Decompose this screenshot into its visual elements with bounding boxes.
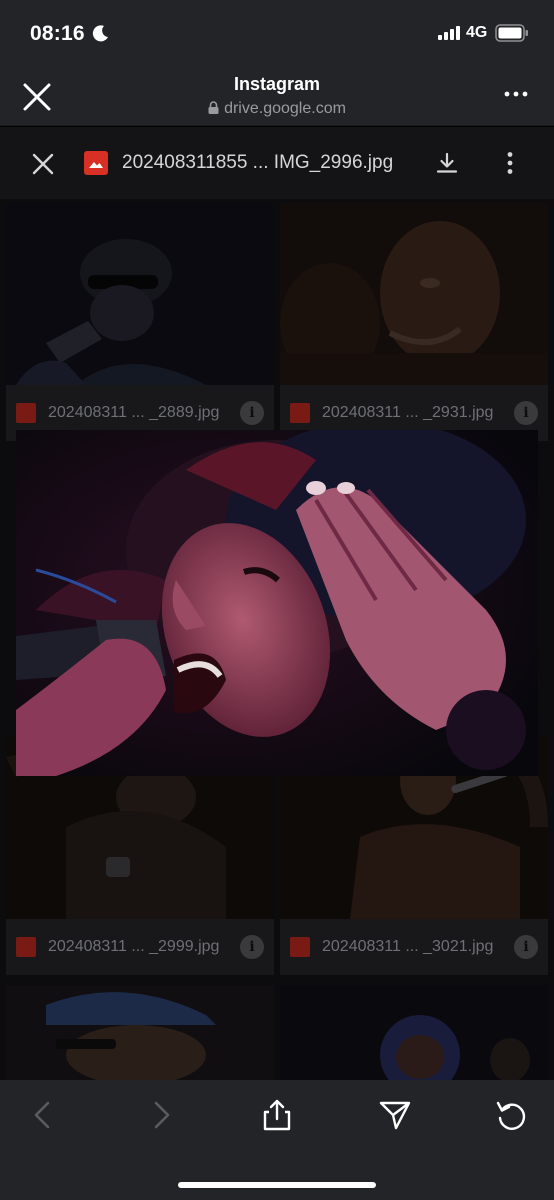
image-file-icon	[290, 937, 310, 957]
reload-icon[interactable]	[494, 1098, 528, 1132]
grid-tile[interactable]	[6, 985, 274, 1080]
forward-icon[interactable]	[144, 1098, 178, 1132]
lock-icon	[208, 101, 219, 114]
tile-photo	[280, 985, 548, 1080]
image-file-icon	[84, 151, 108, 175]
home-indicator	[178, 1182, 376, 1188]
browser-header: Instagram drive.google.com	[0, 62, 554, 126]
status-bar: 08:16 4G	[0, 0, 554, 62]
image-file-icon	[290, 403, 310, 423]
viewer-toolbar: 202408311855 ... IMG_2996.jpg	[0, 127, 554, 199]
send-icon[interactable]	[378, 1098, 412, 1132]
signal-icon	[438, 26, 460, 40]
browser-url: drive.google.com	[224, 100, 346, 117]
info-icon[interactable]: i	[514, 401, 538, 425]
viewer-filename: 202408311855 ... IMG_2996.jpg	[122, 152, 394, 173]
tile-filename: 202408311 ... _2931.jpg	[322, 404, 494, 421]
tile-photo	[6, 985, 274, 1080]
info-icon[interactable]: i	[240, 935, 264, 959]
viewer-close-icon[interactable]	[32, 153, 54, 175]
image-file-icon	[16, 937, 36, 957]
grid-tile[interactable]	[280, 985, 548, 1080]
share-icon[interactable]	[260, 1098, 294, 1132]
drive-page: 202408311855 ... IMG_2996.jpg 202408311 …	[0, 127, 554, 1080]
more-icon[interactable]	[504, 90, 528, 98]
tile-filename: 202408311 ... _2999.jpg	[48, 938, 220, 955]
info-icon[interactable]: i	[514, 935, 538, 959]
back-icon[interactable]	[26, 1098, 60, 1132]
grid-tile[interactable]: 202408311 ... _2889.jpg i	[6, 203, 274, 441]
tile-photo	[6, 203, 274, 385]
image-file-icon	[16, 403, 36, 423]
download-icon[interactable]	[435, 151, 459, 175]
tile-filename: 202408311 ... _3021.jpg	[322, 938, 494, 955]
battery-icon	[495, 24, 528, 42]
tile-footer: 202408311 ... _3021.jpg i	[280, 919, 548, 975]
info-icon[interactable]: i	[240, 401, 264, 425]
browser-title: Instagram	[233, 74, 321, 94]
kebab-menu-icon[interactable]	[505, 151, 515, 175]
main-photo[interactable]	[16, 430, 538, 776]
tile-photo	[280, 203, 548, 385]
moon-icon	[92, 25, 108, 42]
tile-filename: 202408311 ... _2889.jpg	[48, 404, 220, 421]
network-label: 4G	[466, 24, 488, 41]
status-time: 08:16	[30, 22, 85, 45]
tile-footer: 202408311 ... _2999.jpg i	[6, 919, 274, 975]
browser-url-row: drive.google.com	[0, 100, 554, 118]
grid-tile[interactable]: 202408311 ... _2931.jpg i	[280, 203, 548, 441]
